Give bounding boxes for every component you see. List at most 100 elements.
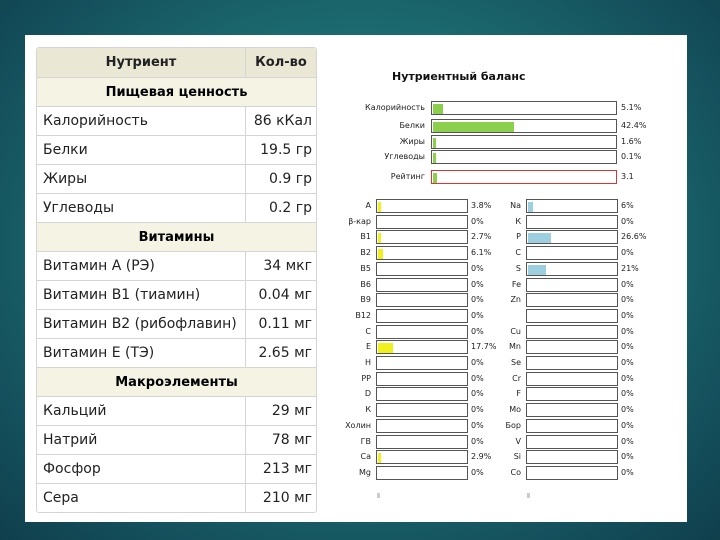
balance-bar [376,356,468,370]
nutrient-amount: 210 мг [262,490,312,506]
balance-label: D [364,389,371,398]
balance-label: Бор [505,421,521,430]
nutrient-amount: 19.5 гр [260,142,312,158]
balance-bar [526,356,618,370]
balance-percent: 0% [471,421,484,430]
balance-bar-fill [433,138,436,148]
table-section-row: Макроэлементы [37,367,316,396]
balance-percent: 0% [471,280,484,289]
balance-label: А [365,201,371,210]
balance-bar-fill [433,173,437,183]
balance-percent: 17.7% [471,342,497,351]
balance-label: РР [361,374,371,383]
balance-percent: 1.6% [621,137,642,146]
balance-bar [526,262,618,276]
balance-bar [526,293,618,307]
section-title: Макроэлементы [115,374,238,390]
balance-percent: 6.1% [471,248,492,257]
balance-percent: 0% [621,342,634,351]
balance-bar [431,150,617,164]
balance-label: Cr [512,374,521,383]
balance-label: Са [360,452,372,461]
balance-percent: 42.4% [621,121,647,130]
balance-label: Co [510,468,521,477]
balance-bar [376,309,468,323]
balance-bar [376,450,468,464]
balance-percent: 21% [621,264,639,273]
nutrient-name: Белки [37,136,246,164]
balance-bar-fill [528,265,546,275]
balance-label: Калорийность [365,103,425,112]
table-header-row: Нутриент Кол-во [37,48,316,77]
nutrient-amount: 78 мг [271,432,312,448]
balance-bar-fill [378,453,381,463]
balance-bar-fill [433,153,436,163]
table-row: Витамин Е (ТЭ) 2.65 мг [37,338,316,367]
table-section-row: Пищевая ценность [37,77,316,106]
balance-percent: 0% [621,295,634,304]
slide: Нутриент Кол-во Пищевая ценность Калорийн… [25,35,687,522]
balance-label: F [516,389,521,398]
table-row: Кальций 29 мг [37,396,316,425]
balance-bar-fill [378,233,381,243]
balance-label: Mo [509,405,521,414]
balance-bar [526,435,618,449]
balance-bar [376,293,468,307]
table-row: Витамин А (РЭ) 34 мкг [37,251,316,280]
nutrient-amount: 86 кКал [253,113,312,129]
balance-bar [526,340,618,354]
balance-label: Рейтинг [390,172,425,181]
balance-percent: 0% [621,248,634,257]
balance-percent: 0% [621,327,634,336]
balance-percent: 0% [471,217,484,226]
table-row: Жиры 0.9 гр [37,164,316,193]
nutrient-name: Калорийность [37,107,246,135]
table-row: Витамин В1 (тиамин) 0.04 мг [37,280,316,309]
nutrient-table: Нутриент Кол-во Пищевая ценность Калорийн… [36,47,317,513]
balance-bar [431,170,617,184]
nutrient-name: Фосфор [37,455,246,483]
balance-label: В6 [360,280,371,289]
nutrient-amount: 34 мкг [263,258,312,274]
header-amount: Кол-во [255,55,307,70]
table-row: Калорийность 86 кКал [37,106,316,135]
nutrient-name: Углеводы [37,194,246,222]
balance-bar [526,419,618,433]
balance-label: В12 [355,311,371,320]
balance-bar [376,246,468,260]
balance-label: Fe [511,280,521,289]
balance-bar [376,387,468,401]
balance-bar [376,403,468,417]
balance-percent: 0% [471,358,484,367]
balance-bar [376,199,468,213]
nutrient-amount: 213 мг [262,461,312,477]
nutrient-name: Кальций [37,397,246,425]
balance-bar [376,230,468,244]
table-row: Витамин В2 (рибофлавин) 0.11 мг [37,309,316,338]
balance-bar-fill [433,122,514,132]
nutrient-name: Витамин Е (ТЭ) [37,339,246,367]
balance-percent: 6% [621,201,634,210]
balance-bar [376,419,468,433]
balance-bar-fill [378,343,393,353]
balance-title: Нутриентный баланс [392,70,526,83]
balance-bar [376,435,468,449]
balance-bar [376,466,468,480]
balance-percent: 0% [621,374,634,383]
balance-label: Белки [399,121,425,130]
balance-percent: 0% [621,280,634,289]
balance-bar [526,387,618,401]
balance-label: Cu [510,327,521,336]
balance-percent: 0% [621,437,634,446]
balance-label: Н [364,358,371,367]
balance-bar [431,135,617,149]
nutrient-amount: 0.11 мг [258,316,312,332]
nutrient-name: Витамин В1 (тиамин) [37,281,246,309]
balance-bar [526,403,618,417]
table-row: Белки 19.5 гр [37,135,316,164]
balance-percent: 0.1% [621,152,642,161]
balance-label: Жиры [399,137,425,146]
nutrient-name: Витамин В2 (рибофлавин) [37,310,246,338]
balance-label: Si [513,452,521,461]
balance-percent: 0% [471,295,484,304]
